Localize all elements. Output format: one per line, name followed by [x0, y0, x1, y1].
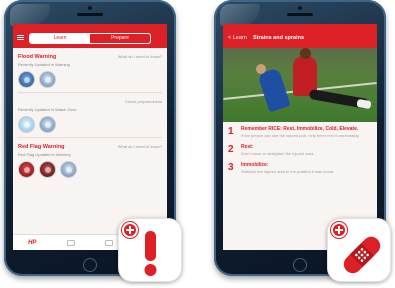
phone-glare: [220, 4, 260, 26]
section-link[interactable]: Check preparedness: [125, 99, 162, 104]
front-camera: [88, 6, 92, 10]
step-item[interactable]: 3 Immobilize: Stabilize the injured area…: [223, 158, 377, 176]
tab-alerts[interactable]: [52, 235, 91, 250]
exclamation-icon: [144, 231, 157, 276]
alert-section-header: Red Flag Warning What do I need to know?: [13, 141, 167, 152]
segment-prepare[interactable]: Prepare: [90, 34, 150, 43]
step-number: 2: [228, 144, 234, 155]
emergency-app-screen: Learn Prepare Flood Warning What do I ne…: [13, 24, 167, 250]
snow-icon[interactable]: [18, 115, 35, 133]
divider: [18, 92, 162, 93]
app-header: Learn Prepare: [13, 24, 167, 48]
tab-home[interactable]: HP: [13, 235, 52, 250]
alert-icons-row: [13, 68, 167, 90]
home-button[interactable]: [293, 258, 307, 272]
step-number: 3: [228, 162, 234, 173]
brand-logo: HP: [28, 239, 37, 246]
alert-icons-row: [13, 113, 167, 135]
segment-learn[interactable]: Learn: [30, 34, 90, 43]
step-title: Remember RICE: Rest, Immobilize, Cold, E…: [241, 126, 359, 132]
map-icon: [105, 239, 114, 246]
first-aid-app-icon[interactable]: [327, 218, 391, 282]
fire-icon[interactable]: [18, 160, 35, 178]
bandage-icon: [343, 236, 381, 274]
section-title: Flood Warning: [18, 53, 57, 60]
emergency-app-icon[interactable]: [118, 218, 182, 282]
menu-icon[interactable]: [17, 35, 24, 40]
page-title: Strains and sprains: [253, 35, 305, 41]
alert-section-header: Check preparedness: [13, 96, 167, 107]
alert-icons-row: [13, 158, 167, 180]
step-number: 1: [228, 126, 234, 137]
speaker-grille: [77, 13, 103, 16]
alerts-icon: [66, 239, 75, 246]
section-link[interactable]: What do I need to know?: [118, 54, 162, 59]
home-button[interactable]: [83, 258, 97, 272]
step-item[interactable]: 2 Rest: Don't move or straighten the inj…: [223, 140, 377, 158]
injured-head: [256, 64, 266, 74]
front-camera: [298, 6, 302, 10]
injury-photo: [223, 48, 377, 122]
step-title: Rest:: [241, 144, 254, 150]
fire-icon[interactable]: [39, 160, 56, 178]
back-button[interactable]: < Learn: [228, 35, 247, 41]
step-item[interactable]: 1 Remember RICE: Rest, Immobilize, Cold,…: [223, 122, 377, 140]
injured-figure: [257, 67, 291, 113]
section-link[interactable]: What do I need to know?: [118, 144, 162, 149]
step-text: Stabilize the injured area in the positi…: [241, 169, 335, 174]
person-icon[interactable]: [60, 160, 77, 178]
speaker-grille: [287, 13, 313, 16]
section-title: Red Flag Warning: [18, 143, 65, 150]
alert-section-header: Flood Warning What do I need to know?: [13, 51, 167, 62]
step-text: If the person can use the injured part, …: [241, 133, 360, 138]
helper-head: [300, 48, 311, 59]
step-title: Immobilize:: [241, 162, 269, 168]
flood-icon[interactable]: [18, 70, 35, 88]
person-icon[interactable]: [39, 70, 56, 88]
phone-glare: [10, 4, 50, 26]
nav-bar: < Learn Strains and sprains: [223, 24, 377, 48]
divider: [18, 137, 162, 138]
person-icon[interactable]: [39, 115, 56, 133]
step-text: Don't move or straighten the injured are…: [241, 151, 315, 156]
first-aid-app-screen: < Learn Strains and sprains 1 Remember R…: [223, 24, 377, 250]
segmented-control[interactable]: Learn Prepare: [29, 33, 151, 44]
